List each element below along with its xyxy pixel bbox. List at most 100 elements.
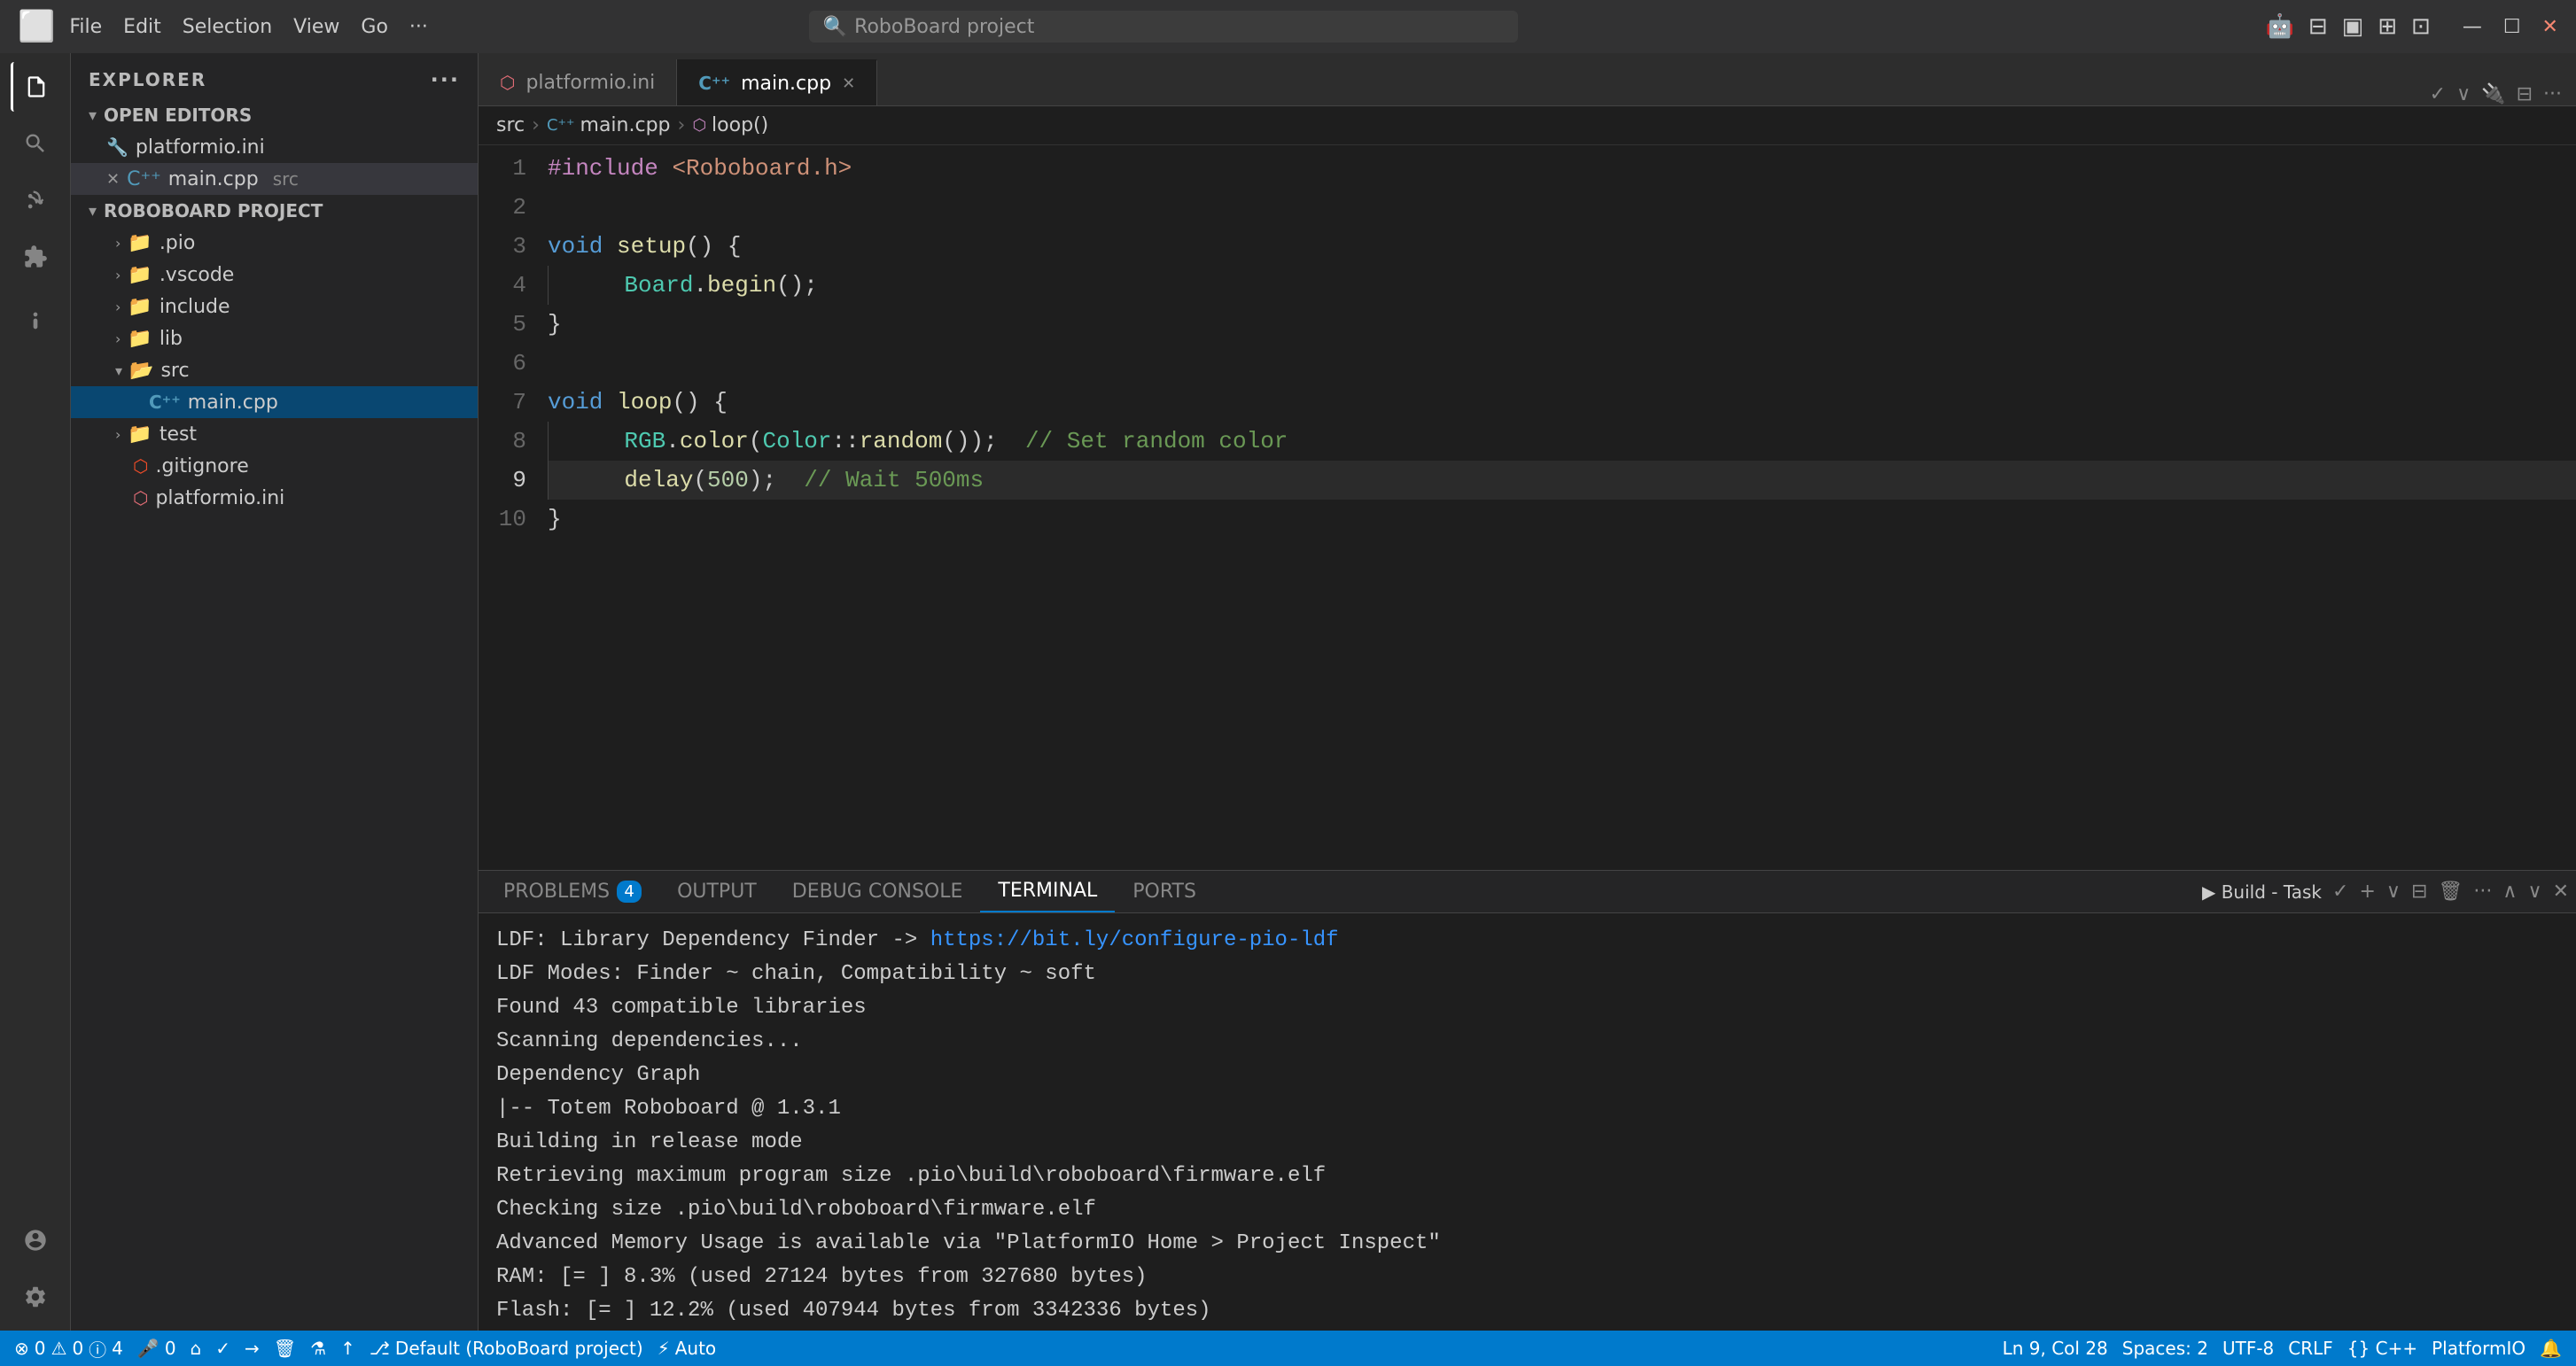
code-line-6	[548, 344, 2576, 383]
breadcrumb-cpp[interactable]: C⁺⁺ main.cpp	[547, 114, 671, 136]
tree-item-gitignore[interactable]: ⬡ .gitignore	[71, 450, 478, 482]
tab-cpp-label: main.cpp	[741, 73, 831, 95]
token-delay: delay	[624, 461, 693, 500]
copilot-icon[interactable]: 🤖	[2265, 13, 2293, 40]
terminal-chevron-icon[interactable]: ∨	[2386, 881, 2401, 903]
tree-item-vscode[interactable]: › 📁 .vscode	[71, 259, 478, 291]
status-arrow-icon[interactable]: →	[245, 1338, 260, 1359]
menu-more[interactable]: ···	[409, 16, 428, 38]
menu-file[interactable]: File	[69, 16, 102, 38]
tree-item-src[interactable]: ▾ 📂 src	[71, 354, 478, 386]
breadcrumb-sep1: ›	[532, 114, 540, 136]
status-spaces[interactable]: Spaces: 2	[2122, 1338, 2208, 1359]
info-icon: ⓘ	[89, 1336, 106, 1362]
token-500: 500	[707, 461, 749, 500]
breadcrumb-cpp-name: main.cpp	[580, 114, 671, 136]
tree-item-main-cpp[interactable]: C⁺⁺ main.cpp	[71, 386, 478, 418]
menu-selection[interactable]: Selection	[183, 16, 272, 38]
term-line-1: LDF: Library Dependency Finder -> https:…	[496, 924, 2558, 958]
status-upload-icon[interactable]: ↑	[340, 1338, 355, 1359]
close-dirty-icon[interactable]: ✕	[106, 170, 120, 189]
terminal-more-icon[interactable]: ···	[2473, 881, 2492, 903]
activity-debug[interactable]	[11, 296, 60, 345]
plug-icon[interactable]: 🔌	[2481, 83, 2505, 105]
layout3-icon[interactable]: ⊞	[2378, 13, 2397, 40]
tree-item-test[interactable]: › 📁 test	[71, 418, 478, 450]
term-line-6: |-- Totem Roboboard @ 1.3.1	[496, 1092, 2558, 1126]
tab-main-cpp[interactable]: C⁺⁺ main.cpp ✕	[677, 59, 877, 105]
token-random-paren: ());	[942, 422, 1025, 461]
menu-edit[interactable]: Edit	[123, 16, 161, 38]
panel-close-icon[interactable]: ✕	[2553, 881, 2569, 903]
open-editor-main-cpp[interactable]: ✕ C⁺⁺ main.cpp src	[71, 163, 478, 195]
status-flask-icon[interactable]: ⚗	[310, 1338, 326, 1359]
code-line-4: Board.begin();	[548, 266, 2576, 305]
status-home-icon[interactable]: ⌂	[191, 1338, 202, 1359]
project-section[interactable]: ▾ ROBOBOARD PROJECT	[71, 195, 478, 227]
breadcrumb-loop[interactable]: ⬡ loop()	[692, 114, 768, 136]
status-platformio[interactable]: PlatformIO	[2432, 1338, 2525, 1359]
new-terminal-icon[interactable]: +	[2359, 881, 2375, 903]
activity-account[interactable]	[11, 1215, 60, 1265]
status-check-icon[interactable]: ✓	[215, 1338, 230, 1359]
check-icon[interactable]: ✓	[2430, 83, 2446, 105]
terminal-content[interactable]: LDF: Library Dependency Finder -> https:…	[479, 913, 2576, 1331]
panel-restore-icon[interactable]: ∨	[2527, 881, 2541, 903]
search-bar[interactable]: 🔍 RoboBoard project	[809, 11, 1518, 43]
split-terminal-icon[interactable]: ⊟	[2411, 881, 2427, 903]
status-encoding[interactable]: UTF-8	[2222, 1338, 2274, 1359]
tree-item-include[interactable]: › 📁 include	[71, 291, 478, 322]
vscode-label: .vscode	[160, 264, 235, 286]
sidebar-more-icon[interactable]: ···	[431, 67, 460, 92]
platformio-ini-icon: 🔧	[106, 136, 128, 158]
tree-item-pio[interactable]: › 📁 .pio	[71, 227, 478, 259]
code-lines[interactable]: #include <Roboboard.h> void setup() { Bo…	[541, 145, 2576, 870]
panel-tab-terminal[interactable]: TERMINAL	[980, 871, 1115, 912]
status-mic[interactable]: 🎤 0	[137, 1338, 176, 1359]
tree-item-platformio-ini[interactable]: ⬡ platformio.ini	[71, 482, 478, 514]
status-eol[interactable]: CRLF	[2288, 1338, 2333, 1359]
activity-source-control[interactable]	[11, 175, 60, 225]
token-include-directive: #include	[548, 149, 658, 188]
tab-cpp-close[interactable]: ✕	[842, 74, 855, 93]
chevron-down-icon[interactable]: ∨	[2456, 83, 2471, 105]
panel-tab-debug[interactable]: DEBUG CONSOLE	[774, 871, 981, 912]
code-line-7: void loop() {	[548, 383, 2576, 422]
tree-item-lib[interactable]: › 📁 lib	[71, 322, 478, 354]
status-notification-icon[interactable]: 🔔	[2540, 1338, 2562, 1359]
panel-tab-problems[interactable]: PROBLEMS 4	[486, 871, 659, 912]
maximize-button[interactable]: ☐	[2503, 16, 2521, 38]
token-loop-paren: () {	[672, 383, 727, 422]
open-editors-section[interactable]: ▾ OPEN EDITORS	[71, 99, 478, 131]
breadcrumb-src[interactable]: src	[496, 114, 525, 136]
menu-go[interactable]: Go	[361, 16, 388, 38]
close-button[interactable]: ✕	[2542, 16, 2558, 38]
activity-explorer[interactable]	[11, 62, 60, 112]
tab-actions: ✓ ∨ 🔌 ⊟ ···	[2430, 83, 2576, 105]
split-editor-icon[interactable]: ⊟	[2517, 83, 2533, 105]
status-position[interactable]: Ln 9, Col 28	[2003, 1338, 2108, 1359]
trash-status-icon: 🗑	[274, 1338, 296, 1359]
status-auto[interactable]: ⚡ Auto	[658, 1338, 716, 1359]
panel-tab-output[interactable]: OUTPUT	[659, 871, 774, 912]
status-trash-icon[interactable]: 🗑	[274, 1338, 296, 1359]
panel-collapse-icon[interactable]: ∧	[2502, 881, 2517, 903]
activity-settings[interactable]	[11, 1272, 60, 1322]
minimize-button[interactable]: —	[2463, 16, 2482, 38]
status-language[interactable]: {} C++	[2347, 1338, 2417, 1359]
status-errors[interactable]: ⊗ 0 ⚠ 0 ⓘ 4	[14, 1336, 123, 1362]
tab-platformio-ini[interactable]: ⬡ platformio.ini	[479, 59, 677, 105]
open-editor-platformio-ini[interactable]: 🔧 platformio.ini	[71, 131, 478, 163]
layout2-icon[interactable]: ▣	[2342, 13, 2364, 40]
term-link[interactable]: https://bit.ly/configure-pio-ldf	[930, 928, 1339, 952]
activity-search[interactable]	[11, 119, 60, 168]
layout4-icon[interactable]: ⊡	[2411, 13, 2431, 40]
delete-terminal-icon[interactable]: 🗑	[2438, 881, 2463, 903]
menu-view[interactable]: View	[293, 16, 339, 38]
build-check-icon[interactable]: ✓	[2332, 881, 2348, 903]
more-actions-icon[interactable]: ···	[2543, 83, 2562, 105]
activity-extensions[interactable]	[11, 232, 60, 282]
layout-icon[interactable]: ⊟	[2308, 13, 2328, 40]
panel-tab-ports[interactable]: PORTS	[1115, 871, 1214, 912]
status-branch[interactable]: ⎇ Default (RoboBoard project)	[370, 1338, 643, 1359]
